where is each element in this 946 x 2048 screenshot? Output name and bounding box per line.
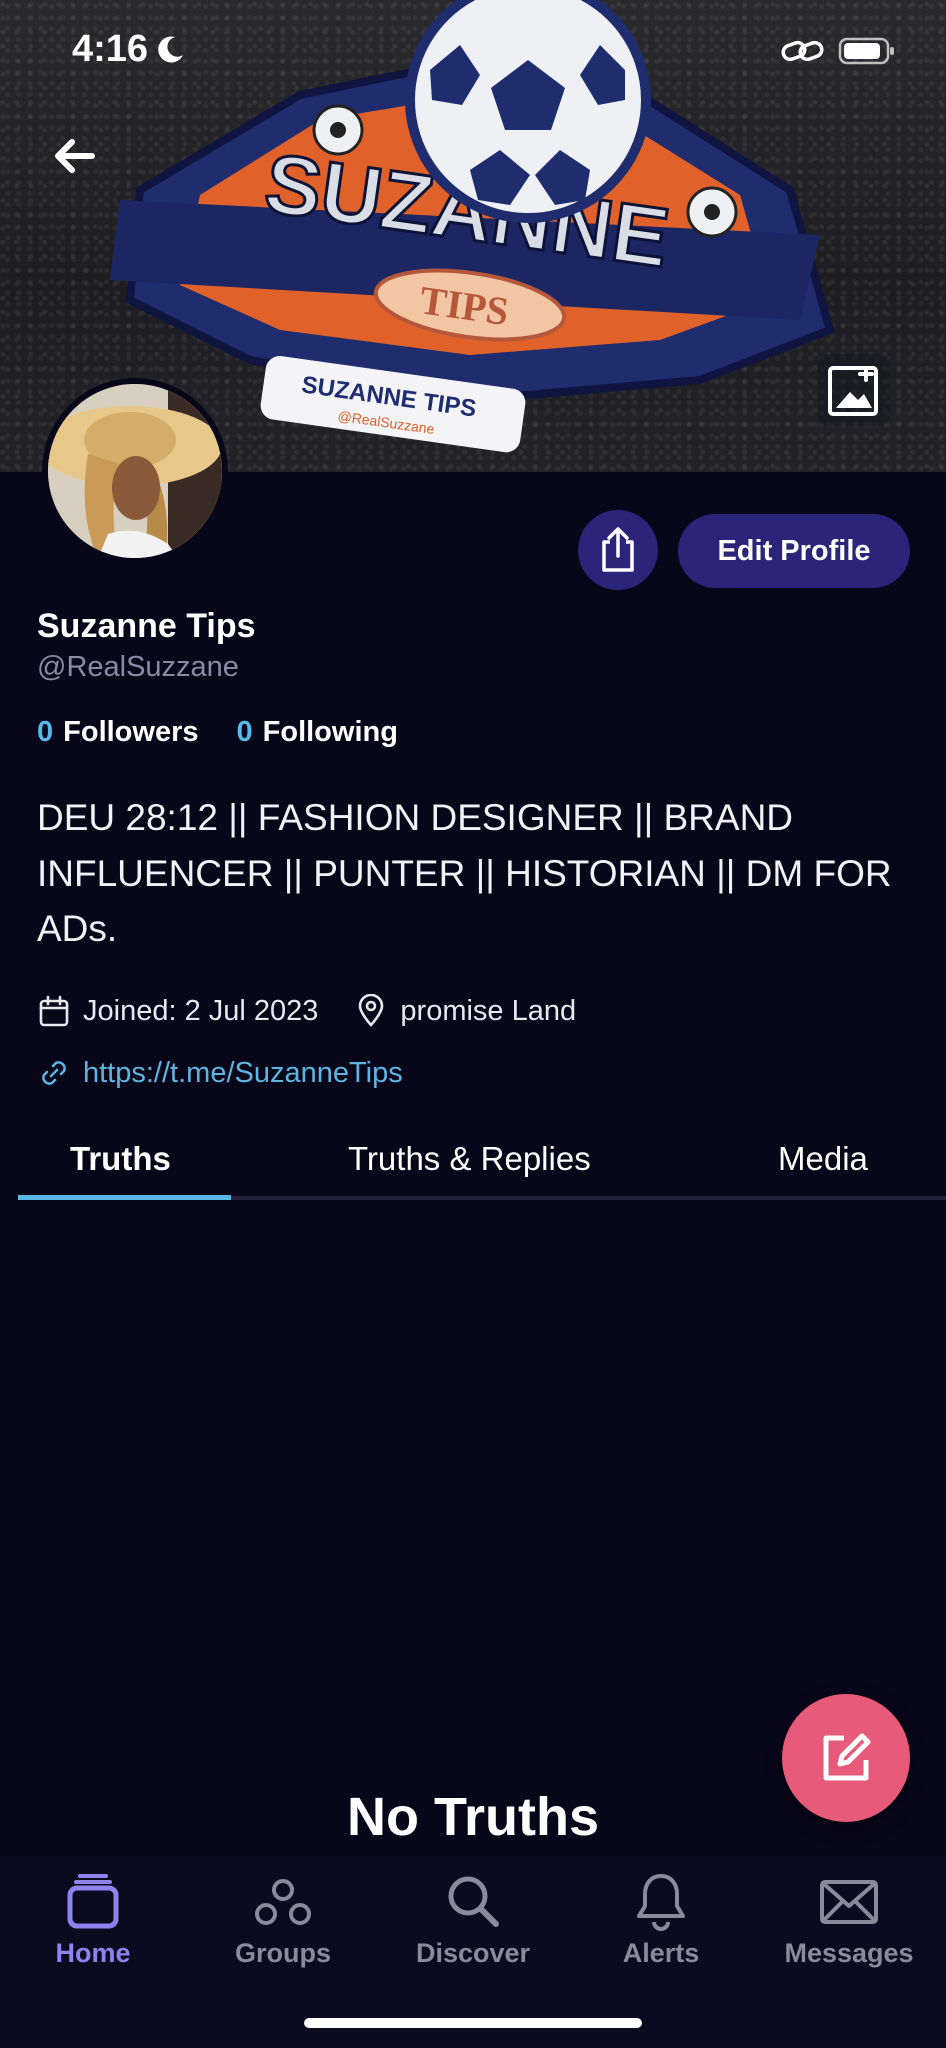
avatar-photo: [48, 384, 222, 558]
nav-home[interactable]: Home: [0, 1870, 188, 1969]
tab-truths-replies[interactable]: Truths & Replies: [348, 1140, 591, 1178]
followers-link[interactable]: 0 Followers: [37, 716, 199, 749]
tab-truths[interactable]: Truths: [70, 1140, 171, 1178]
add-image-icon: [828, 366, 878, 416]
moon-icon: [158, 36, 183, 63]
nav-alerts[interactable]: Alerts: [566, 1870, 756, 1969]
nav-home-label: Home: [55, 1938, 131, 1968]
profile-bio: DEU 28:12 || FASHION DESIGNER || BRAND I…: [37, 797, 892, 949]
following-count: 0: [236, 716, 253, 748]
profile-link[interactable]: https://t.me/SuzanneTips: [37, 1056, 403, 1090]
link-status-icon: [781, 40, 824, 62]
search-icon: [448, 1876, 499, 1927]
back-button[interactable]: [44, 126, 104, 186]
active-tab-indicator: [18, 1195, 231, 1200]
edit-profile-button[interactable]: Edit Profile: [678, 514, 910, 588]
followers-count: 0: [37, 716, 54, 748]
nav-messages[interactable]: Messages: [754, 1870, 944, 1969]
bell-icon: [637, 1874, 685, 1931]
nav-discover[interactable]: Discover: [378, 1870, 568, 1969]
arrow-left-icon: [55, 139, 95, 173]
link-icon: [42, 1061, 66, 1085]
display-name: Suzanne Tips: [37, 607, 256, 645]
share-button[interactable]: [578, 510, 658, 590]
home-icon: [67, 1874, 119, 1929]
nav-groups[interactable]: Groups: [188, 1870, 378, 1969]
following-label: Following: [262, 716, 398, 748]
tab-media[interactable]: Media: [778, 1140, 868, 1178]
following-link[interactable]: 0 Following: [237, 716, 398, 749]
location-pin-icon: [359, 994, 384, 1027]
compose-icon: [823, 1733, 871, 1781]
calendar-icon: [39, 995, 69, 1027]
avatar[interactable]: [42, 378, 228, 564]
location-text: promise Land: [400, 994, 577, 1027]
compose-button[interactable]: [782, 1694, 910, 1822]
battery-icon: [838, 37, 894, 65]
profile-link-text: https://t.me/SuzanneTips: [83, 1056, 403, 1089]
groups-icon: [255, 1879, 311, 1925]
location: promise Land: [354, 994, 576, 1028]
nav-alerts-label: Alerts: [622, 1938, 700, 1968]
joined-date: Joined: 2 Jul 2023: [83, 994, 319, 1027]
nav-discover-label: Discover: [415, 1938, 531, 1968]
change-cover-button[interactable]: [818, 354, 890, 426]
status-time: 4:16: [72, 28, 149, 70]
followers-label: Followers: [63, 716, 199, 748]
envelope-icon: [820, 1880, 878, 1924]
nav-groups-label: Groups: [234, 1938, 331, 1968]
profile-handle: @RealSuzzane: [37, 651, 239, 683]
nav-messages-label: Messages: [784, 1938, 914, 1968]
share-icon: [602, 527, 634, 572]
home-indicator[interactable]: [304, 2018, 642, 2028]
profile-tabs: Truths Truths & Replies Media: [18, 1130, 946, 1200]
follow-stats: 0 Followers 0 Following: [37, 716, 398, 749]
profile-meta: Joined: 2 Jul 2023 promise Land: [37, 994, 576, 1028]
